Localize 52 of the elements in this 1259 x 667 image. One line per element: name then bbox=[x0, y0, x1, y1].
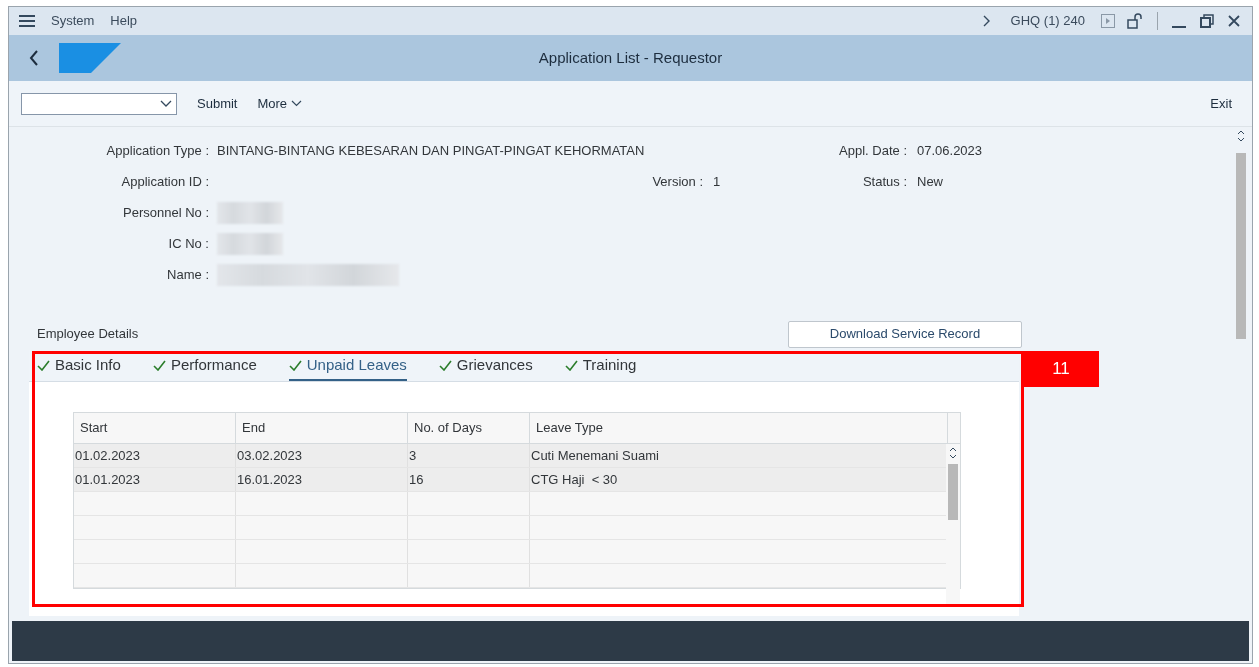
field-label: Appl. Date : bbox=[839, 141, 907, 160]
field-label: Personnel No : bbox=[123, 203, 209, 222]
menu-item[interactable]: Help bbox=[110, 11, 138, 31]
step-badge: 11 bbox=[1023, 351, 1099, 387]
field-label: Status : bbox=[862, 172, 907, 191]
field-label: Version : bbox=[652, 172, 703, 191]
table-cell-text: 01.02.2023 bbox=[75, 446, 141, 465]
back-icon[interactable] bbox=[29, 50, 39, 66]
column-header: Start bbox=[80, 419, 108, 438]
toolbar-button[interactable]: More bbox=[257, 93, 303, 114]
scrollbar[interactable] bbox=[946, 444, 960, 604]
toolbar-button[interactable]: Submit bbox=[197, 93, 238, 114]
chevron-right-icon[interactable] bbox=[982, 15, 991, 27]
scroll-arrows-icon[interactable] bbox=[1237, 129, 1245, 143]
scroll-arrows-icon[interactable] bbox=[949, 446, 957, 460]
close-icon[interactable] bbox=[1228, 15, 1240, 27]
tab[interactable]: Basic Info bbox=[37, 351, 121, 381]
tab[interactable]: Training bbox=[564, 351, 637, 381]
menu-item[interactable]: System bbox=[51, 11, 95, 31]
table-cell-text: CTG Haji < 30 bbox=[531, 470, 618, 489]
field-value: New bbox=[917, 172, 943, 191]
table-cell-text: 01.01.2023 bbox=[75, 470, 141, 489]
column-header: No. of Days bbox=[414, 419, 482, 438]
table-cell-text: 16 bbox=[409, 470, 424, 489]
table-cell-text: 16.01.2023 bbox=[237, 470, 303, 489]
tab[interactable]: Unpaid Leaves bbox=[288, 351, 407, 381]
field-label: IC No : bbox=[168, 234, 209, 253]
column-header: End bbox=[242, 419, 266, 438]
field-label: Name : bbox=[167, 265, 209, 284]
window-title: Application List - Requestor bbox=[538, 47, 723, 68]
tab[interactable]: Grievances bbox=[438, 351, 533, 381]
section-title: Employee Details bbox=[37, 325, 139, 344]
dropdown-icon[interactable] bbox=[160, 99, 172, 108]
unlock-icon[interactable] bbox=[1127, 13, 1143, 29]
field-label: Application ID : bbox=[121, 172, 209, 191]
tab[interactable]: Performance bbox=[152, 351, 257, 381]
exit-button[interactable]: Exit bbox=[1210, 93, 1232, 114]
menu-icon[interactable] bbox=[19, 15, 35, 27]
field-label: Application Type : bbox=[106, 141, 209, 160]
table-cell-text: 3 bbox=[409, 446, 417, 465]
command-field[interactable] bbox=[21, 92, 177, 115]
field-value: 07.06.2023 bbox=[917, 141, 983, 160]
field-value: BINTANG-BINTANG KEBESARAN DAN PINGAT-PINGAT KEHORMATAN bbox=[217, 141, 645, 160]
field-value: 1 bbox=[713, 172, 721, 191]
table-cell-text: Cuti Menemani Suami bbox=[531, 446, 659, 465]
column-header: Leave Type bbox=[536, 419, 603, 438]
table-cell-text: 03.02.2023 bbox=[237, 446, 303, 465]
restore-icon[interactable] bbox=[1200, 14, 1214, 28]
caret-icon bbox=[291, 100, 303, 107]
system-info: GHQ (1) 240 bbox=[1010, 12, 1085, 31]
logo-icon bbox=[59, 43, 121, 73]
download-button[interactable]: Download Service Record bbox=[788, 320, 1022, 348]
